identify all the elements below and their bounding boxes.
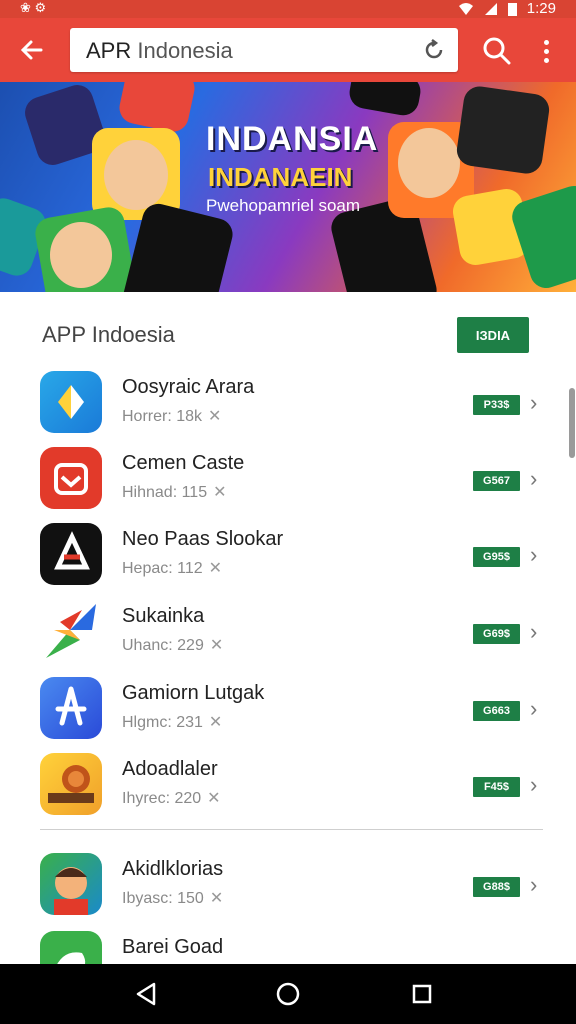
app-badge[interactable]: G69$ (473, 624, 520, 644)
status-bar: ❀ ⚙ 1:29 (0, 0, 576, 18)
app-icon (40, 753, 102, 815)
app-badge[interactable]: G95$ (473, 547, 520, 567)
wifi-icon (458, 2, 473, 15)
chevron-right-icon: › (530, 542, 538, 567)
app-badge[interactable]: G567 (473, 471, 520, 491)
chevron-right-icon: › (530, 390, 538, 415)
app-name: Barei Goad (122, 936, 224, 958)
back-button[interactable] (14, 32, 50, 68)
app-badge[interactable]: G88$ (473, 877, 520, 897)
chevron-right-icon: › (530, 466, 538, 491)
app-list-item[interactable]: Oosyraic Arara Horrer: 18k ✕ P33$ › (0, 366, 576, 438)
clock: 1:29 (526, 0, 556, 17)
app-meta: Hlgmc: 231 ✕ (122, 714, 223, 731)
app-meta: Hihnad: 115 ✕ (122, 484, 227, 501)
app-icon (40, 853, 102, 915)
search-query-rest: Indonesia (131, 38, 233, 63)
star-icon: ✕ (207, 790, 221, 807)
promo-banner[interactable]: INDANSIA INDANAEIN Pwehopamriel soam (0, 82, 576, 292)
app-meta: Ibyasc: 150 ✕ (122, 890, 224, 907)
app-meta: Ihyrec: 220 ✕ (122, 790, 221, 807)
app-name: Cemen Caste (122, 452, 245, 474)
chevron-right-icon: › (530, 619, 538, 644)
app-meta: Horrer: 18k ✕ (122, 408, 222, 425)
star-icon: ✕ (208, 560, 223, 577)
search-query-bold: APR (86, 38, 132, 63)
app-icon (40, 447, 102, 509)
back-triangle-icon[interactable] (130, 978, 162, 1010)
banner-phone (347, 82, 423, 118)
more-options-icon[interactable] (534, 36, 558, 66)
section-header: APP Indoesia IЗDIA (0, 312, 576, 356)
app-list-item[interactable]: Adoadlaler Ihyrec: 220 ✕ F45$ › (0, 748, 576, 820)
chevron-right-icon: › (530, 772, 538, 797)
app-list-item[interactable]: Akidlklorias Ibyasc: 150 ✕ G88$ › (0, 848, 576, 920)
recents-square-icon[interactable] (406, 978, 438, 1010)
notification-icons: ❀ ⚙ (20, 0, 47, 15)
banner-boy-face (398, 128, 460, 198)
app-list-item[interactable]: Sukainka Uhanc: 229 ✕ G69$ › (0, 595, 576, 667)
home-circle-icon[interactable] (272, 978, 304, 1010)
signal-icon (484, 2, 497, 15)
app-name: Sukainka (122, 605, 205, 627)
battery-icon (507, 2, 517, 16)
search-icon[interactable] (482, 36, 512, 66)
chevron-right-icon: › (530, 696, 538, 721)
system-nav-bar (0, 964, 576, 1024)
app-list-item[interactable]: Cemen Caste Hihnad: 115 ✕ G567 › (0, 442, 576, 514)
list-divider (40, 829, 543, 830)
banner-app-tile (116, 82, 198, 135)
scrollbar[interactable] (569, 388, 575, 458)
banner-app-tile (454, 84, 552, 176)
banner-title: INDANSIA (206, 120, 379, 158)
app-icon (40, 523, 102, 585)
star-icon: ✕ (213, 484, 227, 501)
app-name: Oosyraic Arara (122, 376, 255, 398)
banner-girl-face (104, 140, 168, 210)
app-list-item[interactable]: Gamiorn Lutgak Hlgmc: 231 ✕ G663 › (0, 672, 576, 744)
section-more-button[interactable]: IЗDIA (457, 317, 529, 353)
app-name: Adoadlaler (122, 758, 218, 780)
star-icon: ✕ (208, 408, 222, 425)
star-icon: ✕ (208, 714, 223, 731)
star-icon: ✕ (209, 890, 224, 907)
arrow-left-icon (20, 40, 43, 60)
app-name: Gamiorn Lutgak (122, 682, 265, 704)
app-icon (40, 600, 102, 662)
app-meta: Hepac: 112 ✕ (122, 560, 223, 577)
banner-girl-face (50, 222, 112, 288)
app-meta: Uhanc: 229 ✕ (122, 637, 224, 654)
search-input[interactable]: APR Indonesia (70, 28, 458, 72)
app-icon (40, 371, 102, 433)
app-name: Akidlklorias (122, 858, 224, 880)
section-title: APP Indoesia (42, 322, 175, 347)
banner-tagline: Pwehopamriel soam (206, 196, 361, 215)
app-icon (40, 677, 102, 739)
app-badge[interactable]: P33$ (473, 395, 520, 415)
star-icon: ✕ (209, 637, 224, 654)
app-list-item[interactable]: Neo Paas Slookar Hepac: 112 ✕ G95$ › (0, 518, 576, 590)
app-badge[interactable]: F45$ (473, 777, 520, 797)
refresh-icon[interactable] (422, 38, 446, 62)
search-query: APR Indonesia (86, 38, 233, 64)
banner-subtitle: INDANAEIN (208, 162, 353, 192)
app-toolbar: APR Indonesia (0, 18, 576, 82)
app-badge[interactable]: G663 (473, 701, 520, 721)
chevron-right-icon: › (530, 872, 538, 897)
app-name: Neo Paas Slookar (122, 528, 284, 550)
